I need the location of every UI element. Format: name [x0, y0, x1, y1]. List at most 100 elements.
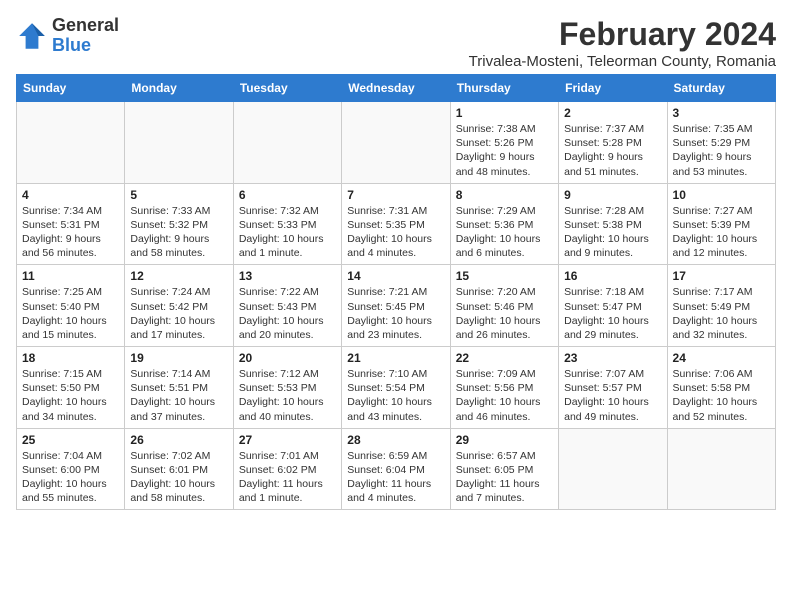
- day-info: Sunrise: 7:28 AM Sunset: 5:38 PM Dayligh…: [564, 204, 661, 261]
- day-number: 24: [673, 351, 770, 365]
- calendar-cell: 20 Sunrise: 7:12 AM Sunset: 5:53 PM Dayli…: [233, 347, 341, 429]
- calendar-cell: 4 Sunrise: 7:34 AM Sunset: 5:31 PM Daylig…: [17, 183, 125, 265]
- day-number: 22: [456, 351, 553, 365]
- calendar-cell: 22 Sunrise: 7:09 AM Sunset: 5:56 PM Dayli…: [450, 347, 558, 429]
- day-number: 3: [673, 106, 770, 120]
- calendar-cell: 5Sunrise: 7:33 AM Sunset: 5:32 PM Daylig…: [125, 183, 233, 265]
- day-info: Sunrise: 7:33 AM Sunset: 5:32 PM Dayligh…: [130, 204, 227, 261]
- day-info: Sunrise: 7:06 AM Sunset: 5:58 PM Dayligh…: [673, 367, 770, 424]
- day-info: Sunrise: 7:27 AM Sunset: 5:39 PM Dayligh…: [673, 204, 770, 261]
- calendar-cell: [125, 102, 233, 184]
- calendar-cell: 18 Sunrise: 7:15 AM Sunset: 5:50 PM Dayli…: [17, 347, 125, 429]
- day-info: Sunrise: 7:21 AM Sunset: 5:45 PM Dayligh…: [347, 285, 444, 342]
- logo-general: General: [52, 15, 119, 35]
- main-title: February 2024: [469, 16, 776, 53]
- day-number: 10: [673, 188, 770, 202]
- day-info: Sunrise: 7:01 AM Sunset: 6:02 PM Dayligh…: [239, 449, 336, 506]
- logo-text: General Blue: [52, 16, 119, 56]
- day-info: Sunrise: 7:34 AM Sunset: 5:31 PM Dayligh…: [22, 204, 119, 261]
- calendar-cell: [559, 428, 667, 510]
- calendar-cell: 3 Sunrise: 7:35 AM Sunset: 5:29 PM Daylig…: [667, 102, 775, 184]
- calendar-cell: 16 Sunrise: 7:18 AM Sunset: 5:47 PM Dayli…: [559, 265, 667, 347]
- logo-icon: [16, 20, 48, 52]
- day-number: 4: [22, 188, 119, 202]
- day-number: 18: [22, 351, 119, 365]
- day-number: 17: [673, 269, 770, 283]
- day-info: Sunrise: 6:59 AM Sunset: 6:04 PM Dayligh…: [347, 449, 444, 506]
- day-info: Sunrise: 7:09 AM Sunset: 5:56 PM Dayligh…: [456, 367, 553, 424]
- day-info: Sunrise: 7:37 AM Sunset: 5:28 PM Dayligh…: [564, 122, 661, 179]
- calendar-cell: 24 Sunrise: 7:06 AM Sunset: 5:58 PM Dayli…: [667, 347, 775, 429]
- day-number: 27: [239, 433, 336, 447]
- day-info: Sunrise: 7:31 AM Sunset: 5:35 PM Dayligh…: [347, 204, 444, 261]
- day-number: 16: [564, 269, 661, 283]
- col-header-monday: Monday: [125, 75, 233, 102]
- calendar-cell: 10 Sunrise: 7:27 AM Sunset: 5:39 PM Dayli…: [667, 183, 775, 265]
- day-number: 1: [456, 106, 553, 120]
- calendar-cell: 19 Sunrise: 7:14 AM Sunset: 5:51 PM Dayli…: [125, 347, 233, 429]
- day-info: Sunrise: 7:18 AM Sunset: 5:47 PM Dayligh…: [564, 285, 661, 342]
- header: General Blue February 2024 Trivalea-Most…: [16, 16, 776, 70]
- col-header-saturday: Saturday: [667, 75, 775, 102]
- col-header-wednesday: Wednesday: [342, 75, 450, 102]
- title-block: February 2024 Trivalea-Mosteni, Teleorma…: [469, 16, 776, 70]
- day-number: 14: [347, 269, 444, 283]
- day-info: Sunrise: 7:12 AM Sunset: 5:53 PM Dayligh…: [239, 367, 336, 424]
- calendar-week-row: 11 Sunrise: 7:25 AM Sunset: 5:40 PM Dayli…: [17, 265, 776, 347]
- day-info: Sunrise: 7:24 AM Sunset: 5:42 PM Dayligh…: [130, 285, 227, 342]
- calendar-cell: 2Sunrise: 7:37 AM Sunset: 5:28 PM Daylig…: [559, 102, 667, 184]
- day-number: 6: [239, 188, 336, 202]
- calendar-cell: 17Sunrise: 7:17 AM Sunset: 5:49 PM Dayli…: [667, 265, 775, 347]
- calendar-cell: 1Sunrise: 7:38 AM Sunset: 5:26 PM Daylig…: [450, 102, 558, 184]
- day-number: 28: [347, 433, 444, 447]
- day-number: 23: [564, 351, 661, 365]
- day-info: Sunrise: 7:22 AM Sunset: 5:43 PM Dayligh…: [239, 285, 336, 342]
- calendar-cell: 9 Sunrise: 7:28 AM Sunset: 5:38 PM Daylig…: [559, 183, 667, 265]
- calendar-cell: [342, 102, 450, 184]
- day-info: Sunrise: 7:15 AM Sunset: 5:50 PM Dayligh…: [22, 367, 119, 424]
- calendar-cell: 26 Sunrise: 7:02 AM Sunset: 6:01 PM Dayli…: [125, 428, 233, 510]
- day-number: 9: [564, 188, 661, 202]
- day-number: 12: [130, 269, 227, 283]
- day-info: Sunrise: 7:35 AM Sunset: 5:29 PM Dayligh…: [673, 122, 770, 179]
- logo: General Blue: [16, 16, 119, 56]
- day-number: 7: [347, 188, 444, 202]
- day-number: 19: [130, 351, 227, 365]
- day-number: 11: [22, 269, 119, 283]
- calendar-cell: [17, 102, 125, 184]
- calendar-cell: 14 Sunrise: 7:21 AM Sunset: 5:45 PM Dayli…: [342, 265, 450, 347]
- calendar-cell: 13 Sunrise: 7:22 AM Sunset: 5:43 PM Dayli…: [233, 265, 341, 347]
- calendar-cell: 27 Sunrise: 7:01 AM Sunset: 6:02 PM Dayli…: [233, 428, 341, 510]
- subtitle: Trivalea-Mosteni, Teleorman County, Roma…: [469, 53, 776, 70]
- calendar-week-row: 25 Sunrise: 7:04 AM Sunset: 6:00 PM Dayli…: [17, 428, 776, 510]
- calendar-cell: 29Sunrise: 6:57 AM Sunset: 6:05 PM Dayli…: [450, 428, 558, 510]
- col-header-thursday: Thursday: [450, 75, 558, 102]
- col-header-sunday: Sunday: [17, 75, 125, 102]
- calendar-cell: 23 Sunrise: 7:07 AM Sunset: 5:57 PM Dayli…: [559, 347, 667, 429]
- day-number: 21: [347, 351, 444, 365]
- calendar-cell: [667, 428, 775, 510]
- calendar-cell: 7 Sunrise: 7:31 AM Sunset: 5:35 PM Daylig…: [342, 183, 450, 265]
- day-info: Sunrise: 7:20 AM Sunset: 5:46 PM Dayligh…: [456, 285, 553, 342]
- day-number: 25: [22, 433, 119, 447]
- day-number: 15: [456, 269, 553, 283]
- day-number: 26: [130, 433, 227, 447]
- day-info: Sunrise: 7:07 AM Sunset: 5:57 PM Dayligh…: [564, 367, 661, 424]
- day-info: Sunrise: 7:25 AM Sunset: 5:40 PM Dayligh…: [22, 285, 119, 342]
- calendar: SundayMondayTuesdayWednesdayThursdayFrid…: [16, 74, 776, 510]
- calendar-cell: 28 Sunrise: 6:59 AM Sunset: 6:04 PM Dayli…: [342, 428, 450, 510]
- calendar-cell: 12 Sunrise: 7:24 AM Sunset: 5:42 PM Dayli…: [125, 265, 233, 347]
- day-info: Sunrise: 7:32 AM Sunset: 5:33 PM Dayligh…: [239, 204, 336, 261]
- day-info: Sunrise: 7:29 AM Sunset: 5:36 PM Dayligh…: [456, 204, 553, 261]
- col-header-tuesday: Tuesday: [233, 75, 341, 102]
- day-info: Sunrise: 7:14 AM Sunset: 5:51 PM Dayligh…: [130, 367, 227, 424]
- day-number: 8: [456, 188, 553, 202]
- day-info: Sunrise: 7:02 AM Sunset: 6:01 PM Dayligh…: [130, 449, 227, 506]
- day-number: 13: [239, 269, 336, 283]
- calendar-cell: 15 Sunrise: 7:20 AM Sunset: 5:46 PM Dayli…: [450, 265, 558, 347]
- calendar-week-row: 18 Sunrise: 7:15 AM Sunset: 5:50 PM Dayli…: [17, 347, 776, 429]
- day-info: Sunrise: 7:04 AM Sunset: 6:00 PM Dayligh…: [22, 449, 119, 506]
- day-number: 20: [239, 351, 336, 365]
- calendar-cell: [233, 102, 341, 184]
- day-info: Sunrise: 7:10 AM Sunset: 5:54 PM Dayligh…: [347, 367, 444, 424]
